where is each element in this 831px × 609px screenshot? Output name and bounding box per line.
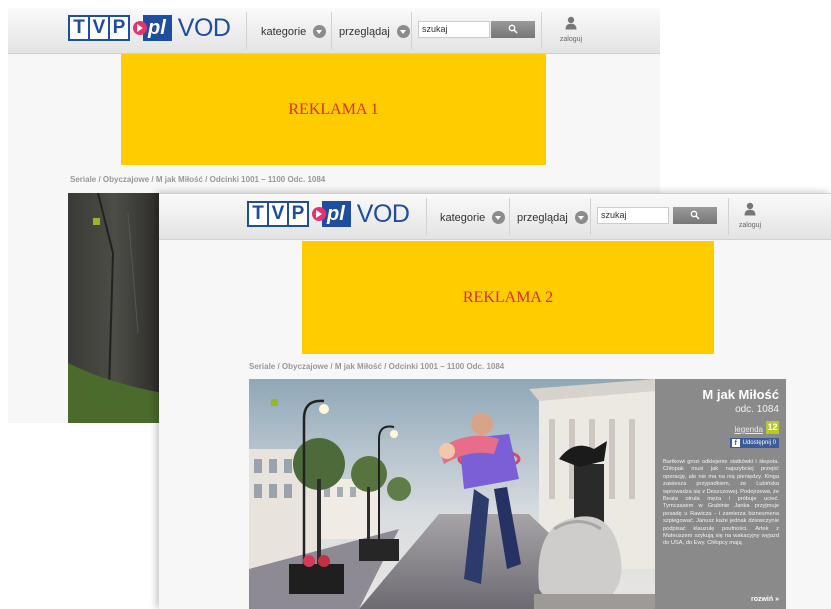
ad-banner[interactable]: REKLAMA 1 xyxy=(121,54,546,165)
chevron-down-icon xyxy=(492,211,506,224)
episode-thumbnail[interactable] xyxy=(249,379,655,609)
site-header: T V P pl VOD kategorie przeglądaj szukaj… xyxy=(8,8,660,54)
tvp-logo-box: T V P xyxy=(68,15,130,41)
breadcrumb[interactable]: Seriale / Obyczajowe / M jak Miłość / Od… xyxy=(70,175,325,184)
facebook-icon: f xyxy=(731,439,740,447)
chevron-down-icon xyxy=(396,25,410,38)
episode-number: odc. 1084 xyxy=(735,404,779,415)
chevron-down-icon xyxy=(313,25,327,38)
categories-menu[interactable]: kategorie xyxy=(440,211,506,224)
browse-menu[interactable]: przeglądaj xyxy=(517,211,588,224)
series-title: M jak Miłość xyxy=(702,387,779,402)
tvp-logo-box: T V P xyxy=(247,201,309,227)
header-divider xyxy=(246,12,247,49)
legend-link[interactable]: legenda xyxy=(735,425,763,434)
ad-label: REKLAMA 2 xyxy=(462,288,554,306)
search-button[interactable] xyxy=(491,21,535,38)
play-dot-icon xyxy=(312,207,326,221)
logo-letter: P xyxy=(110,17,128,39)
browse-menu[interactable]: przeglądaj xyxy=(339,25,410,38)
thumbnail-scene xyxy=(249,379,655,609)
logo-vod: VOD xyxy=(356,200,410,228)
login-button[interactable]: zaloguj xyxy=(730,202,770,229)
logo-pl: pl xyxy=(143,15,172,41)
login-label: zaloguj xyxy=(559,36,583,43)
logo-letter: V xyxy=(269,203,287,225)
logo-pl: pl xyxy=(322,201,351,227)
header-divider xyxy=(411,12,412,49)
categories-label: kategorie xyxy=(261,25,307,38)
browse-label: przeglądaj xyxy=(517,211,568,224)
categories-label: kategorie xyxy=(440,211,486,224)
logo-vod: VOD xyxy=(177,14,231,42)
tvp-vod-logo[interactable]: T V P pl VOD xyxy=(68,14,231,42)
vod-window-2: T V P pl VOD kategorie przeglądaj szukaj… xyxy=(159,193,831,609)
logo-letter: P xyxy=(289,203,307,225)
ad-label: REKLAMA 1 xyxy=(288,100,379,118)
header-divider xyxy=(541,12,542,49)
episode-description: Bartkowi grozi odklejenie siatkówki i śl… xyxy=(663,459,779,547)
play-dot-icon xyxy=(133,21,147,35)
search-button[interactable] xyxy=(673,207,717,224)
search-input[interactable]: szukaj xyxy=(418,21,490,38)
header-divider xyxy=(728,198,729,235)
search-input[interactable]: szukaj xyxy=(597,207,669,224)
header-divider xyxy=(590,198,591,235)
categories-menu[interactable]: kategorie xyxy=(261,25,327,38)
search-icon xyxy=(690,210,700,220)
episode-info-panel: M jak Miłość odc. 1084 legenda 12 f Udos… xyxy=(655,379,786,609)
logo-letter: T xyxy=(70,17,88,39)
breadcrumb[interactable]: Seriale / Obyczajowe / M jak Miłość / Od… xyxy=(249,362,504,371)
login-button[interactable]: zaloguj xyxy=(551,16,591,43)
header-divider xyxy=(426,198,427,235)
logo-letter: V xyxy=(90,17,108,39)
share-label: Udostępnij 0 xyxy=(742,440,776,446)
facebook-share-button[interactable]: f Udostępnij 0 xyxy=(729,438,779,448)
header-divider xyxy=(331,12,332,49)
user-icon xyxy=(744,202,756,216)
chevron-down-icon xyxy=(574,211,588,224)
browse-label: przeglądaj xyxy=(339,25,390,38)
search-icon xyxy=(508,24,518,34)
user-icon xyxy=(565,16,577,30)
expand-description-link[interactable]: rozwiń » xyxy=(751,596,779,603)
age-rating-badge: 12 xyxy=(766,421,779,434)
login-label: zaloguj xyxy=(738,222,762,229)
ad-banner[interactable]: REKLAMA 2 xyxy=(302,241,714,354)
header-divider xyxy=(509,198,510,235)
tvp-vod-logo[interactable]: T V P pl VOD xyxy=(247,200,410,228)
logo-letter: T xyxy=(249,203,267,225)
site-header: T V P pl VOD kategorie przeglądaj szukaj… xyxy=(159,194,831,240)
